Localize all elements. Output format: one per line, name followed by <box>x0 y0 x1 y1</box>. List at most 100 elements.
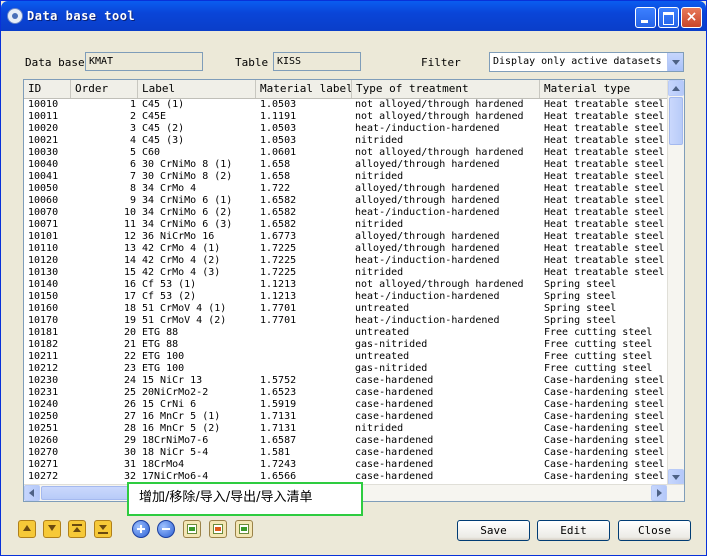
vertical-scroll-thumb[interactable] <box>669 97 683 145</box>
scroll-left-button[interactable] <box>24 485 40 501</box>
cell-treat: gas-nitrided <box>355 339 428 350</box>
cell-mat: 1.7131 <box>260 423 297 434</box>
table-row[interactable]: 10070 10 34 CrNiMo 6 (2) 1.6582 heat-/induct… <box>24 207 668 219</box>
cell-treat: nitrided <box>355 219 404 230</box>
move-up-icon[interactable] <box>18 520 36 538</box>
cell-mat: 1.6582 <box>260 207 297 218</box>
cell-order: 27 <box>123 411 136 422</box>
database-tool-window: Data base tool × Data base KMAT Table KI… <box>0 0 707 556</box>
chevron-down-icon[interactable] <box>667 53 683 71</box>
vertical-scrollbar[interactable] <box>667 80 684 485</box>
cell-type: Heat treatable steel <box>544 207 665 218</box>
column-header-material-label[interactable]: Material label <box>256 80 352 98</box>
move-down-icon[interactable] <box>43 520 61 538</box>
cell-label: ETG 100 <box>142 351 185 362</box>
cell-type: Heat treatable steel <box>544 135 665 146</box>
table-row[interactable]: 10182 21 ETG 88 gas-nitrided Free cutting st… <box>24 339 668 351</box>
table-row[interactable]: 10170 19 51 CrMoV 4 (2) 1.7701 heat-/inducti… <box>24 315 668 327</box>
import-list-icon[interactable] <box>235 520 253 538</box>
table-row[interactable]: 10251 28 16 MnCr 5 (2) 1.7131 nitrided Case-h… <box>24 423 668 435</box>
export-icon[interactable] <box>209 520 227 538</box>
cell-order: 28 <box>123 423 136 434</box>
cell-mat: 1.0503 <box>260 135 297 146</box>
table-row[interactable]: 10130 15 42 CrMo 4 (3) 1.7225 nitrided Heat t… <box>24 267 668 279</box>
table-row[interactable]: 10050 8 34 CrMo 4 1.722 alloyed/through hard… <box>24 183 668 195</box>
table-row[interactable]: 10160 18 51 CrMoV 4 (1) 1.7701 untreated Spri… <box>24 303 668 315</box>
cell-type: Case-hardening steel <box>544 399 665 410</box>
cell-order: 25 <box>123 387 136 398</box>
table-row[interactable]: 10211 22 ETG 100 untreated Free cutting stee… <box>24 351 668 363</box>
add-icon[interactable] <box>132 520 150 538</box>
table-row[interactable]: 10271 31 18CrMo4 1.7243 case-hardened Case-ha… <box>24 459 668 471</box>
table-row[interactable]: 10110 13 42 CrMo 4 (1) 1.7225 alloyed/throug… <box>24 243 668 255</box>
column-header-order[interactable]: Order <box>71 80 138 98</box>
column-header-id[interactable]: ID <box>24 80 71 98</box>
cell-treat: heat-/induction-hardened <box>355 315 500 326</box>
cell-id: 10271 <box>28 459 59 470</box>
cell-type: Heat treatable steel <box>544 243 665 254</box>
remove-icon[interactable] <box>157 520 175 538</box>
table-row[interactable]: 10041 7 30 CrNiMo 8 (2) 1.658 nitrided Heat t… <box>24 171 668 183</box>
move-top-icon[interactable] <box>68 520 86 538</box>
cell-id: 10030 <box>28 147 59 158</box>
cell-label: 30 CrNiMo 8 (1) <box>142 159 233 170</box>
table-row[interactable]: 10140 16 Cf 53 (1) 1.1213 not alloyed/throug… <box>24 279 668 291</box>
table-label: Table <box>235 56 269 69</box>
table-row[interactable]: 10040 6 30 CrNiMo 8 (1) 1.658 alloyed/throug… <box>24 159 668 171</box>
table-row[interactable]: 10231 25 20NiCrMo2-2 1.6523 case-hardened Cas… <box>24 387 668 399</box>
filter-select[interactable]: Display only active datasets <box>489 52 684 72</box>
database-field[interactable]: KMAT <box>85 52 203 71</box>
title-bar[interactable]: Data base tool × <box>1 1 706 31</box>
table-row[interactable]: 10240 26 15 CrNi 6 1.5919 case-hardened Case-… <box>24 399 668 411</box>
table-row[interactable]: 10071 11 34 CrNiMo 6 (3) 1.6582 nitrided Heat… <box>24 219 668 231</box>
cell-label: 34 CrMo 4 <box>142 183 197 194</box>
table-row[interactable]: 10020 3 C45 (2) 1.0503 heat-/induction-harde… <box>24 123 668 135</box>
table-row[interactable]: 10260 29 18CrNiMo7-6 1.6587 case-hardened Cas… <box>24 435 668 447</box>
column-header-treatment[interactable]: Type of treatment <box>352 80 540 98</box>
table-row[interactable]: 10230 24 15 NiCr 13 1.5752 case-hardened Case… <box>24 375 668 387</box>
column-header-label[interactable]: Label <box>138 80 256 98</box>
column-header-material-type[interactable]: Material type <box>540 80 668 98</box>
table-row[interactable]: 10021 4 C45 (3) 1.0503 nitrided Heat treatabl… <box>24 135 668 147</box>
filter-select-value: Display only active datasets <box>493 56 662 67</box>
save-button[interactable]: Save <box>457 520 530 541</box>
scroll-down-button[interactable] <box>668 469 684 485</box>
table-row[interactable]: 10212 23 ETG 100 gas-nitrided Free cutting s… <box>24 363 668 375</box>
table-field[interactable]: KISS <box>273 52 361 71</box>
close-window-button[interactable]: × <box>681 7 702 28</box>
close-button[interactable]: Close <box>618 520 691 541</box>
import-icon[interactable] <box>183 520 201 538</box>
table-row[interactable]: 10010 1 C45 (1) 1.0503 not alloyed/through h… <box>24 99 668 111</box>
cell-id: 10070 <box>28 207 59 218</box>
cell-treat: not alloyed/through hardened <box>355 279 524 290</box>
table-row[interactable]: 10150 17 Cf 53 (2) 1.1213 heat-/induction-ha… <box>24 291 668 303</box>
cell-label: 34 CrNiMo 6 (3) <box>142 219 233 230</box>
table-row[interactable]: 10250 27 16 MnCr 5 (1) 1.7131 case-hardened C… <box>24 411 668 423</box>
cell-order: 24 <box>123 375 136 386</box>
cell-id: 10160 <box>28 303 59 314</box>
table-row[interactable]: 10011 2 C45E 1.1191 not alloyed/through hard… <box>24 111 668 123</box>
cell-id: 10181 <box>28 327 59 338</box>
edit-button[interactable]: Edit <box>537 520 610 541</box>
table-row[interactable]: 10181 20 ETG 88 untreated Free cutting steel <box>24 327 668 339</box>
table-row[interactable]: 10270 30 18 NiCr 5-4 1.581 case-hardened Case… <box>24 447 668 459</box>
cell-label: 51 CrMoV 4 (2) <box>142 315 227 326</box>
minimize-button[interactable] <box>635 7 656 28</box>
cell-id: 10110 <box>28 243 59 254</box>
cell-type: Heat treatable steel <box>544 123 665 134</box>
table-row[interactable]: 10060 9 34 CrNiMo 6 (1) 1.6582 alloyed/throu… <box>24 195 668 207</box>
horizontal-scroll-thumb[interactable] <box>41 486 131 500</box>
cell-id: 10212 <box>28 363 59 374</box>
cell-order: 2 <box>129 111 136 122</box>
scroll-up-button[interactable] <box>668 80 684 96</box>
maximize-button[interactable] <box>658 7 679 28</box>
move-bottom-icon[interactable] <box>94 520 112 538</box>
table-body: 10010 1 C45 (1) 1.0503 not alloyed/through h… <box>24 99 668 485</box>
scroll-right-button[interactable] <box>651 485 667 501</box>
table-row[interactable]: 10120 14 42 CrMo 4 (2) 1.7225 heat-/inductio… <box>24 255 668 267</box>
cell-type: Case-hardening steel <box>544 387 665 398</box>
table-row[interactable]: 10030 5 C60 1.0601 not alloyed/through harde… <box>24 147 668 159</box>
table-row[interactable]: 10101 12 36 NiCrMo 16 1.6773 alloyed/through… <box>24 231 668 243</box>
cell-id: 10250 <box>28 411 59 422</box>
cell-type: Spring steel <box>544 279 617 290</box>
